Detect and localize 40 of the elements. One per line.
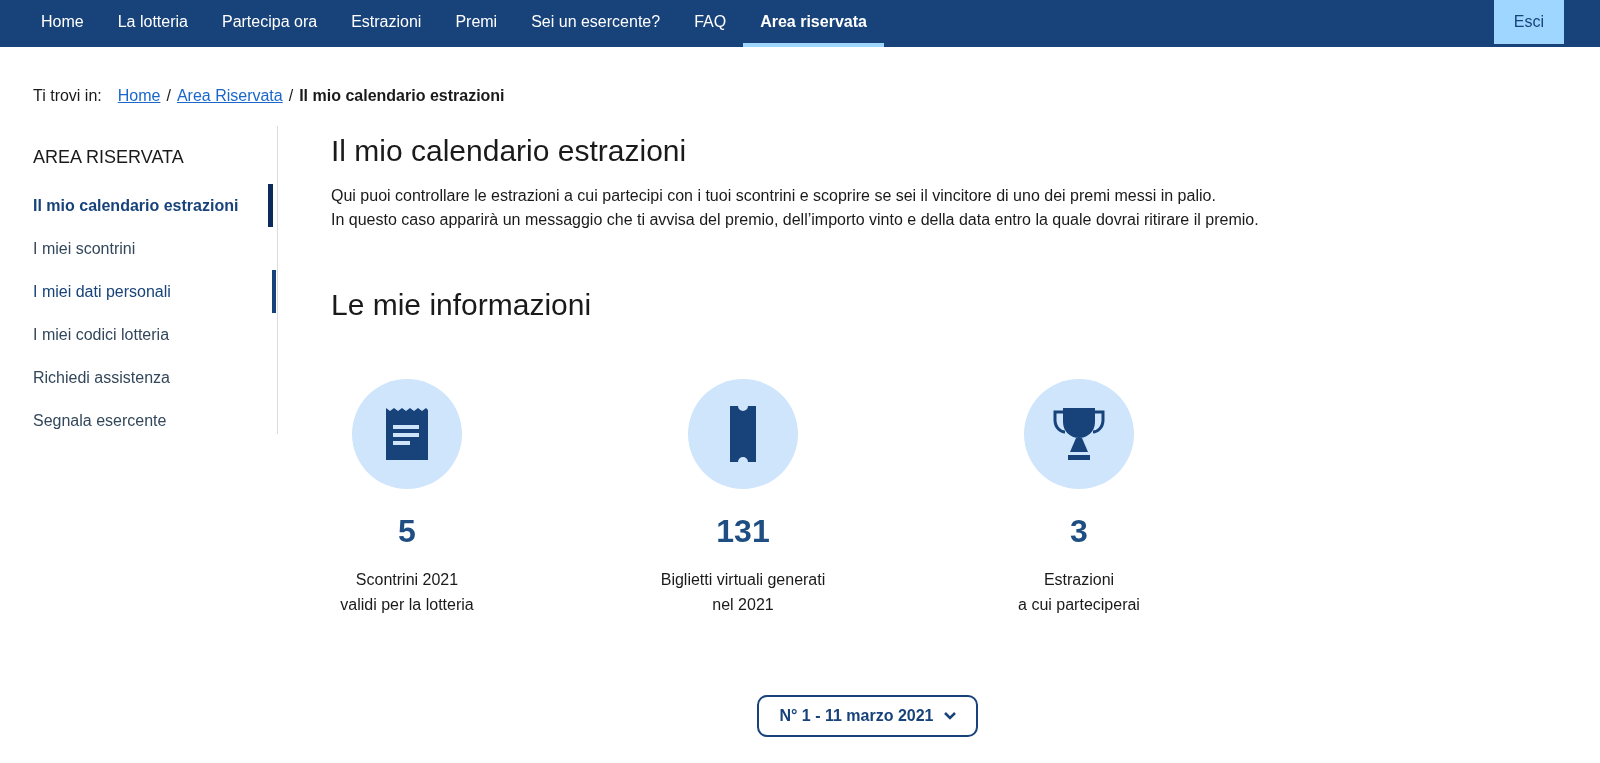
stat-caption: Scontrini 2021 xyxy=(354,569,460,590)
sidebar-link[interactable]: I miei codici lotteria xyxy=(33,322,170,347)
stat-value: 3 xyxy=(1070,511,1088,551)
nav-link[interactable]: Partecipa ora xyxy=(204,0,335,47)
stat-value: 131 xyxy=(716,511,770,551)
stat-caption: a cui parteciperai xyxy=(1018,594,1140,615)
nav-link[interactable]: Premi xyxy=(438,0,515,47)
breadcrumb-link[interactable]: Area Riservata xyxy=(176,84,283,108)
ticket-icon xyxy=(730,405,756,462)
stat-caption: validi per la lotteria xyxy=(340,594,474,615)
nav-link[interactable]: Home xyxy=(24,0,101,47)
logout-button[interactable]: Esci xyxy=(1493,0,1564,44)
nav-link[interactable]: Estrazioni xyxy=(334,0,439,47)
stat-caption: Estrazioni xyxy=(1042,569,1116,590)
receipt-icon xyxy=(384,405,430,462)
chevron-down-icon xyxy=(943,711,956,720)
breadcrumb-link[interactable]: Home xyxy=(117,84,161,108)
intro-text: In questo caso apparirà un messaggio che ti avvisa del premio, dell’importo vinto e della data entro la quale dovrai ritirare il premio. xyxy=(331,209,1260,230)
trophy-icon xyxy=(1053,405,1105,462)
sidebar-link[interactable]: Segnala esercente xyxy=(33,408,167,433)
sidebar-link[interactable]: I miei dati personali xyxy=(33,279,171,304)
nav-link[interactable]: Sei un esercente? xyxy=(514,0,678,47)
stat-caption: nel 2021 xyxy=(711,594,775,615)
breadcrumb-current: Il mio calendario estrazioni xyxy=(299,86,505,106)
intro-text: Qui puoi controllare le estrazioni a cui partecipi con i tuoi scontrini e scoprire se sei il vincitore di uno dei premi messi in palio. xyxy=(331,185,1217,206)
draw-select-dropdown[interactable]: N° 1 - 11 marzo 2021 xyxy=(757,694,978,737)
breadcrumb-separator: / xyxy=(166,86,171,106)
sidebar-title: AREA RISERVATA xyxy=(33,146,185,169)
nav-link[interactable]: La lotteria xyxy=(100,0,205,47)
section-title: Le mie informazioni xyxy=(331,286,593,323)
nav-link[interactable]: FAQ xyxy=(677,0,744,47)
sidebar-link[interactable]: Richiedi assistenza xyxy=(33,365,170,390)
stat-caption: Biglietti virtuali generati xyxy=(660,569,826,590)
page-title: Il mio calendario estrazioni xyxy=(331,133,688,169)
nav-link[interactable]: Area riservata xyxy=(743,0,884,47)
breadcrumb-label: Ti trovi in: xyxy=(33,86,102,106)
breadcrumb-separator: / xyxy=(288,86,294,106)
sidebar-link[interactable]: I miei scontrini xyxy=(33,236,136,261)
stat-value: 5 xyxy=(398,511,416,551)
sidebar-link[interactable]: Il mio calendario estrazioni xyxy=(33,193,239,218)
